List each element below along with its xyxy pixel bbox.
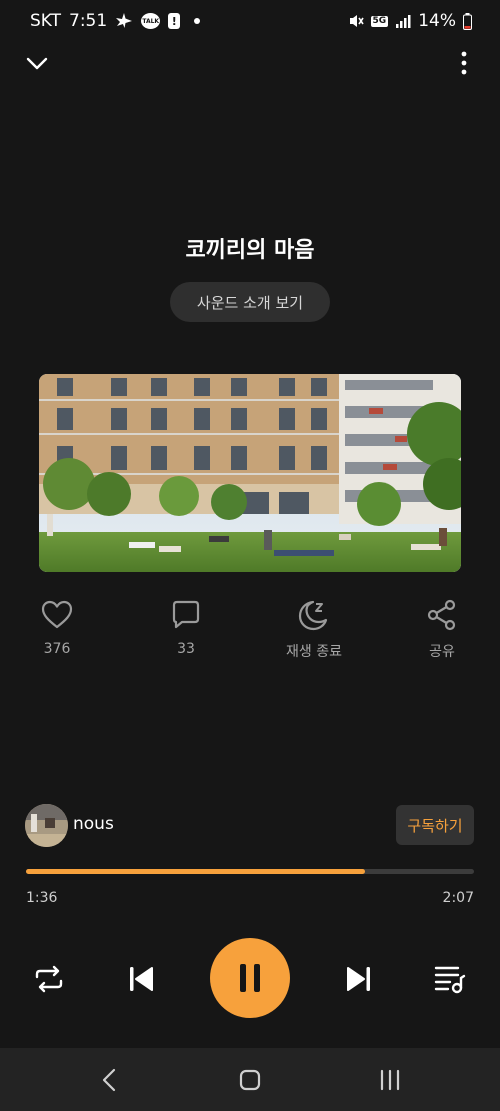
previous-icon[interactable] bbox=[126, 962, 156, 996]
pause-button[interactable] bbox=[210, 938, 290, 1018]
sound-intro-button[interactable]: 사운드 소개 보기 bbox=[170, 282, 330, 322]
status-right: 5G 14% bbox=[348, 11, 472, 31]
playback-controls bbox=[0, 938, 500, 1018]
like-count: 376 bbox=[43, 641, 71, 657]
sleep-timer-button[interactable]: 재생 종료 bbox=[264, 598, 364, 661]
status-left: SKT 7:51 TALK ! bbox=[30, 11, 201, 31]
recents-icon[interactable] bbox=[375, 1065, 405, 1095]
progress-fill bbox=[26, 869, 365, 874]
more-vertical-icon[interactable] bbox=[454, 50, 474, 76]
subscribe-button[interactable]: 구독하기 bbox=[396, 805, 474, 845]
comment-count: 33 bbox=[177, 641, 195, 657]
pause-icon bbox=[240, 964, 260, 992]
share-icon bbox=[427, 599, 456, 631]
cover-image bbox=[39, 374, 461, 572]
playlist-icon[interactable] bbox=[432, 962, 468, 996]
artist-row: nous 구독하기 bbox=[0, 802, 500, 848]
system-nav-bar bbox=[0, 1048, 500, 1111]
like-button[interactable]: 376 bbox=[7, 598, 107, 657]
comment-button[interactable]: 33 bbox=[136, 598, 236, 657]
share-label: 공유 bbox=[429, 644, 455, 660]
status-bar: SKT 7:51 TALK ! 5G 14% bbox=[0, 0, 500, 42]
5g-icon: 5G bbox=[370, 15, 389, 27]
chevron-down-icon[interactable] bbox=[24, 50, 50, 76]
alert-icon: ! bbox=[168, 13, 181, 29]
repeat-icon[interactable] bbox=[32, 962, 66, 996]
track-title: 코끼리의 마음 bbox=[185, 238, 315, 263]
dot-icon bbox=[194, 18, 201, 24]
carrier-label: SKT bbox=[30, 11, 62, 31]
action-row: 376 33 재생 종료 공유 bbox=[0, 598, 500, 668]
comment-icon bbox=[172, 600, 200, 629]
talk-icon: TALK bbox=[141, 13, 161, 29]
home-icon[interactable] bbox=[235, 1065, 265, 1095]
artist-name[interactable]: nous bbox=[73, 814, 114, 834]
cover-illustration bbox=[39, 374, 461, 572]
next-icon[interactable] bbox=[344, 962, 374, 996]
total-time: 2:07 bbox=[442, 890, 474, 906]
back-icon[interactable] bbox=[95, 1065, 125, 1095]
sleep-timer-label: 재생 종료 bbox=[286, 644, 342, 660]
heart-icon bbox=[41, 600, 73, 629]
battery-icon bbox=[463, 12, 472, 30]
share-button[interactable]: 공유 bbox=[392, 598, 492, 661]
sleep-timer-icon bbox=[298, 600, 328, 631]
avatar[interactable] bbox=[25, 804, 68, 847]
signal-icon bbox=[395, 14, 411, 28]
progress-slider[interactable] bbox=[26, 869, 474, 874]
avatar-image bbox=[25, 804, 68, 847]
clock: 7:51 bbox=[69, 11, 108, 31]
plane-icon bbox=[115, 12, 133, 30]
player-top-bar bbox=[0, 48, 500, 78]
mute-icon bbox=[348, 13, 364, 29]
current-time: 1:36 bbox=[26, 890, 58, 906]
battery-label: 14% bbox=[418, 11, 456, 31]
